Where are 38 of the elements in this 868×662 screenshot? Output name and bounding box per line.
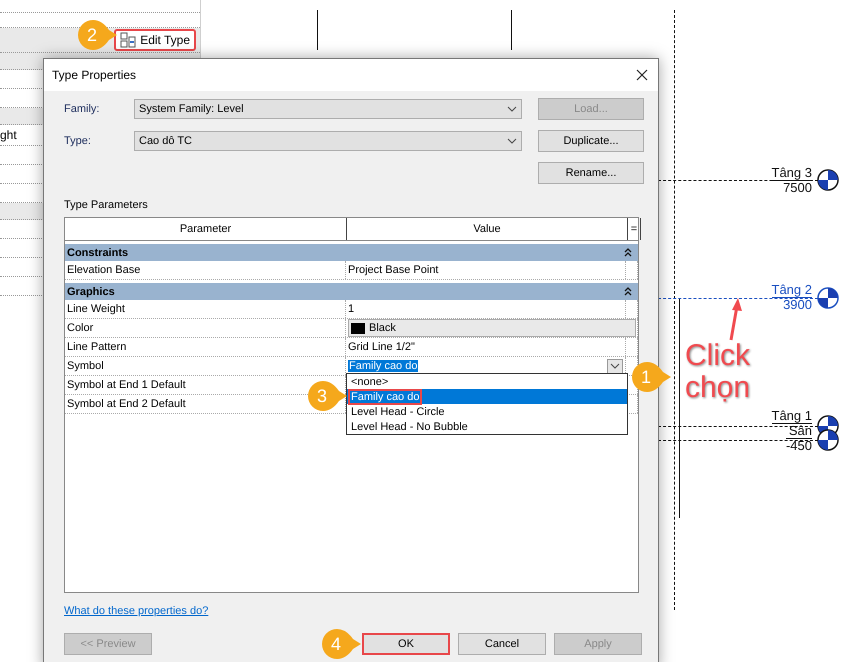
group-header[interactable]: Constraints: [65, 244, 638, 261]
level-elevation: 7500: [783, 180, 812, 195]
field-label: Type:: [64, 135, 92, 147]
dropdown-option[interactable]: Family cao do: [347, 389, 627, 404]
dialog-button[interactable]: OK: [362, 633, 450, 655]
help-link[interactable]: What do these properties do?: [64, 605, 208, 617]
level-name: Tâng 2: [772, 283, 812, 298]
parameter-value: 1: [348, 303, 354, 315]
dialog-button[interactable]: Rename...: [538, 162, 644, 184]
property-label: ght: [0, 128, 17, 142]
window-title: Type Properties: [52, 68, 136, 82]
dialog-button[interactable]: Cancel: [458, 633, 546, 655]
level-name: Tâng 1: [772, 409, 812, 424]
column-header: =: [628, 218, 641, 240]
type-dropdown[interactable]: Cao dô TC: [134, 131, 522, 151]
column-header: Value: [347, 218, 628, 240]
column-header: Parameter: [65, 218, 347, 240]
edit-type-button[interactable]: Edit Type: [114, 29, 196, 51]
parameter-value: Grid Line 1/2": [348, 341, 415, 353]
color-field[interactable]: Black: [348, 319, 636, 337]
group-header[interactable]: Graphics: [65, 283, 638, 300]
annotation-text: Click chọn: [685, 340, 752, 404]
parameter-name: Color: [65, 319, 346, 337]
section-title: Type Parameters: [64, 199, 149, 211]
level-name: Tâng 3: [772, 166, 812, 181]
dialog-button[interactable]: Duplicate...: [538, 130, 644, 152]
level-elevation: 3900: [783, 297, 812, 312]
symbol-dropdown[interactable]: Family cao do: [348, 360, 418, 372]
parameter-name: Line Weight: [65, 300, 346, 318]
step-badge: 4: [322, 628, 362, 660]
level-elevation: -450: [786, 438, 812, 453]
field-label: Family:: [64, 103, 100, 115]
step-badge: 2: [78, 19, 118, 51]
parameter-name: Line Pattern: [65, 338, 346, 356]
type-dropdown[interactable]: System Family: Level: [134, 99, 522, 119]
parameter-name: Elevation Base: [65, 261, 346, 279]
parameter-value: Project Base Point: [348, 264, 438, 276]
step-badge: 1: [632, 361, 672, 393]
